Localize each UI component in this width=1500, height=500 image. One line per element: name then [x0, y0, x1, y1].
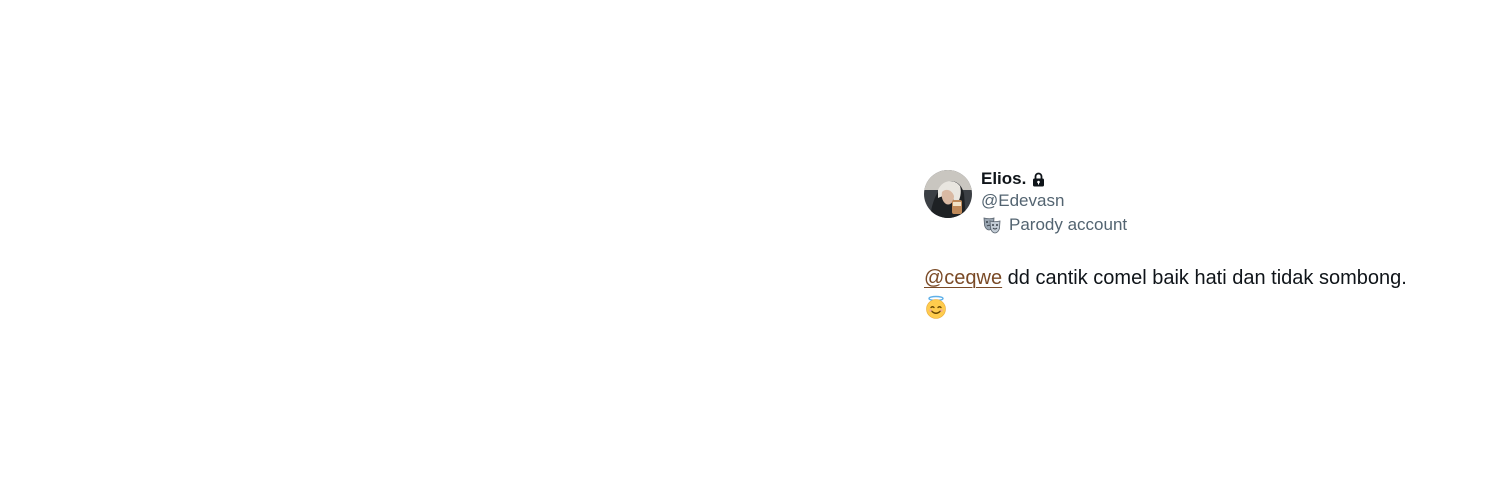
account-label: Parody account — [981, 215, 1127, 235]
tweet-header: Elios. @Edevasn Parody account — [924, 169, 1464, 235]
user-handle[interactable]: @Edevasn — [981, 191, 1127, 211]
tweet-text: @ceqwe dd cantik comel baik hati dan tid… — [924, 263, 1464, 323]
mention-link[interactable]: @ceqwe — [924, 267, 1002, 289]
parody-label: Parody account — [1009, 215, 1128, 234]
page: Elios. @Edevasn Parody account @ceqwe dd… — [0, 0, 1500, 500]
display-name[interactable]: Elios. — [981, 169, 1026, 189]
smiling-face-with-halo-emoji-icon — [924, 295, 948, 319]
user-identity: Elios. @Edevasn Parody account — [981, 169, 1127, 235]
name-row: Elios. — [981, 169, 1127, 189]
lock-icon — [1032, 172, 1045, 187]
avatar[interactable] — [924, 170, 972, 218]
performing-arts-masks-icon — [983, 216, 1001, 234]
tweet-body: dd cantik comel baik hati dan tidak somb… — [1002, 267, 1407, 289]
tweet[interactable]: Elios. @Edevasn Parody account @ceqwe dd… — [924, 169, 1464, 323]
